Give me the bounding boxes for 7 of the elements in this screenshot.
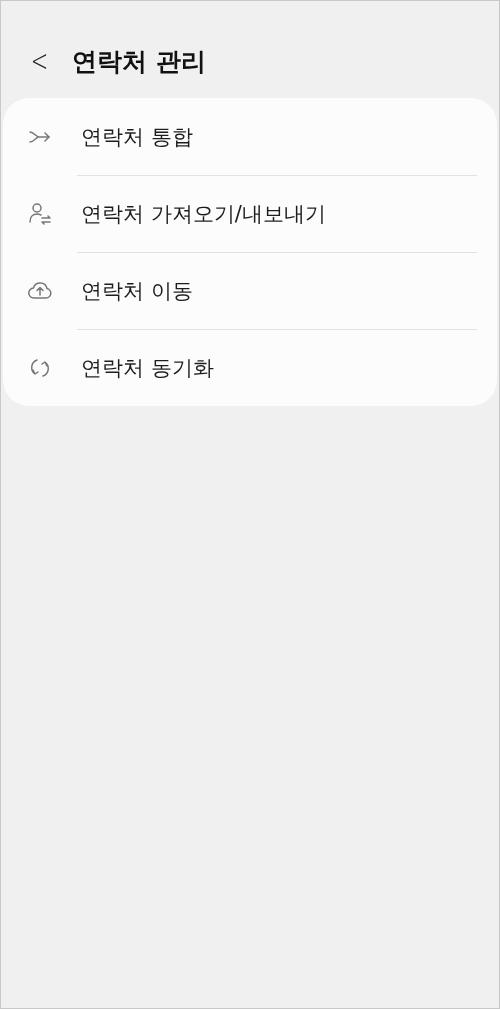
person-swap-icon	[27, 200, 53, 227]
menu-item[interactable]: 연락처 이동	[81, 276, 193, 305]
back-button[interactable]: <	[30, 46, 49, 76]
menu-item[interactable]: 연락처 통합	[81, 122, 193, 151]
page-title: 연락처 관리	[72, 45, 206, 78]
menu-item[interactable]: 연락처 동기화	[81, 353, 214, 382]
menu-item[interactable]: 연락처 가져오기/내보내기	[81, 199, 326, 228]
